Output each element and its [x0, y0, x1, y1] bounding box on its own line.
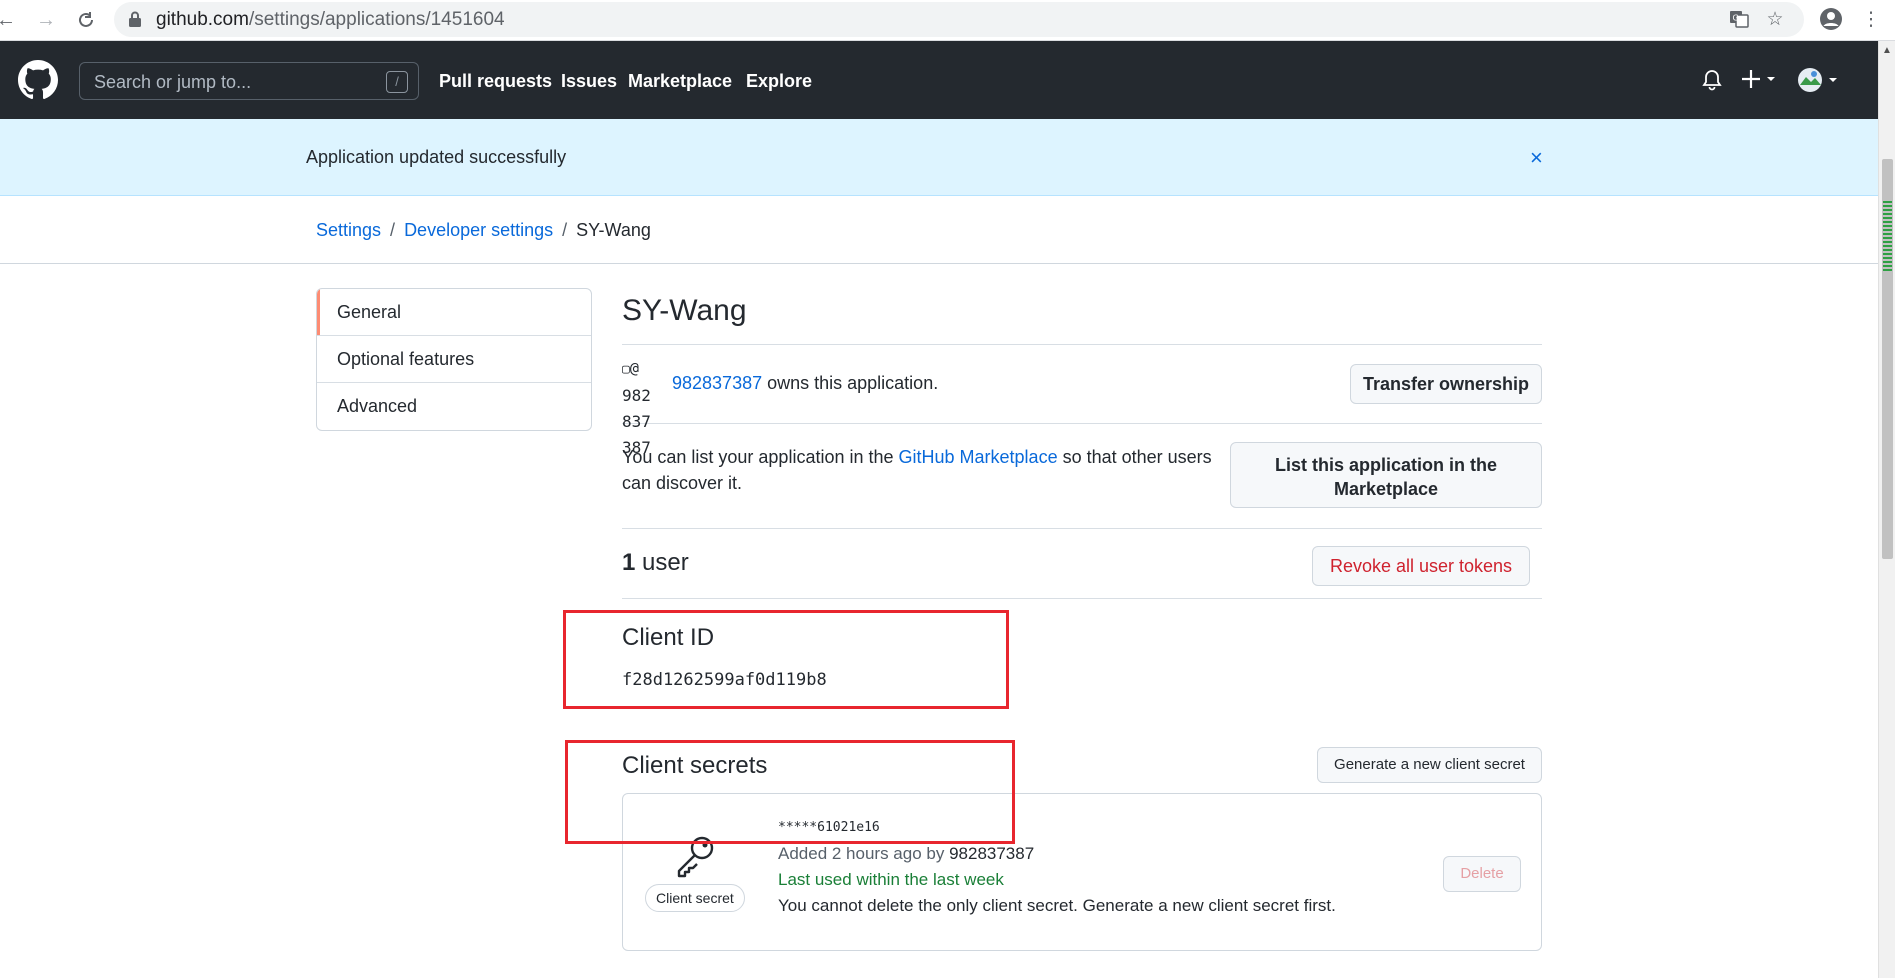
- sidebar-item-optional-features[interactable]: Optional features: [317, 336, 591, 383]
- owner-row: ▢@ 982 837 387 982837387 owns this appli…: [622, 344, 1542, 457]
- page-title: SY-Wang: [622, 294, 747, 327]
- back-arrow-icon[interactable]: ←: [0, 6, 20, 34]
- owner-link[interactable]: 982837387: [672, 373, 762, 393]
- svg-text:G: G: [1733, 14, 1739, 23]
- search-shortcut-key: /: [386, 71, 408, 93]
- annotation-box-client-id: [563, 610, 1009, 709]
- page-scrollbar[interactable]: ▲: [1878, 41, 1895, 978]
- sidebar-item-advanced[interactable]: Advanced: [317, 383, 591, 430]
- address-bar[interactable]: github.com/settings/applications/1451604…: [114, 2, 1804, 37]
- browser-menu-icon[interactable]: ⋮: [1858, 6, 1884, 32]
- list-in-marketplace-button[interactable]: List this application in the Marketplace: [1230, 442, 1542, 508]
- nav-issues[interactable]: Issues: [561, 71, 617, 92]
- breadcrumb-developer-settings[interactable]: Developer settings: [404, 220, 553, 240]
- settings-sidebar: General Optional features Advanced: [316, 288, 592, 431]
- forward-arrow-icon[interactable]: →: [32, 6, 60, 34]
- translate-icon[interactable]: G: [1726, 6, 1752, 32]
- scrollbar-find-markers: [1883, 201, 1892, 271]
- client-secret-last-used: Last used within the last week: [778, 870, 1004, 889]
- marketplace-row: You can list your application in the Git…: [622, 424, 1542, 529]
- nav-marketplace[interactable]: Marketplace: [628, 71, 732, 92]
- delete-secret-button[interactable]: Delete: [1443, 856, 1521, 892]
- revoke-all-tokens-button[interactable]: Revoke all user tokens: [1312, 546, 1530, 586]
- sidebar-item-general[interactable]: General: [317, 289, 591, 336]
- client-secret-added: Added 2 hours ago by 982837387: [778, 844, 1035, 863]
- nav-explore[interactable]: Explore: [746, 71, 812, 92]
- flash-banner: Application updated successfully ×: [0, 119, 1878, 196]
- client-secret-note: You cannot delete the only client secret…: [778, 896, 1336, 915]
- profile-icon[interactable]: [1818, 6, 1844, 32]
- github-marketplace-link[interactable]: GitHub Marketplace: [899, 447, 1058, 467]
- user-avatar-dropdown[interactable]: [1798, 67, 1840, 98]
- users-count: 1 user: [622, 549, 689, 576]
- generate-client-secret-button[interactable]: Generate a new client secret: [1317, 747, 1542, 783]
- reload-icon[interactable]: [72, 6, 100, 34]
- notifications-bell-icon[interactable]: [1702, 69, 1722, 91]
- nav-pull-requests[interactable]: Pull requests: [439, 71, 552, 92]
- flash-message: Application updated successfully: [306, 147, 567, 167]
- search-input[interactable]: Search or jump to... /: [79, 62, 419, 100]
- breadcrumb-bar: Settings / Developer settings / SY-Wang: [0, 196, 1878, 264]
- github-logo-icon[interactable]: [18, 60, 58, 100]
- marketplace-text: You can list your application in the Git…: [622, 447, 1212, 493]
- breadcrumb-current: SY-Wang: [576, 220, 651, 240]
- breadcrumb-settings[interactable]: Settings: [316, 220, 381, 240]
- url-text: github.com/settings/applications/1451604: [156, 9, 505, 30]
- lock-icon: [129, 11, 141, 27]
- annotation-box-client-secrets: [565, 740, 1015, 844]
- client-secret-badge: Client secret: [645, 884, 745, 912]
- browser-toolbar: ← → github.com/settings/applications/145…: [0, 0, 1895, 41]
- scroll-up-arrow-icon[interactable]: ▲: [1882, 45, 1892, 56]
- users-row: 1 user Revoke all user tokens: [622, 529, 1542, 599]
- github-header: Search or jump to... / Pull requests Iss…: [0, 41, 1878, 119]
- owner-text: 982837387 owns this application.: [672, 373, 939, 393]
- bookmark-star-icon[interactable]: ☆: [1762, 6, 1788, 32]
- transfer-ownership-button[interactable]: Transfer ownership: [1350, 364, 1542, 404]
- close-icon[interactable]: ×: [1530, 145, 1543, 171]
- create-new-dropdown[interactable]: [1742, 67, 1778, 96]
- breadcrumb: Settings / Developer settings / SY-Wang: [316, 220, 651, 240]
